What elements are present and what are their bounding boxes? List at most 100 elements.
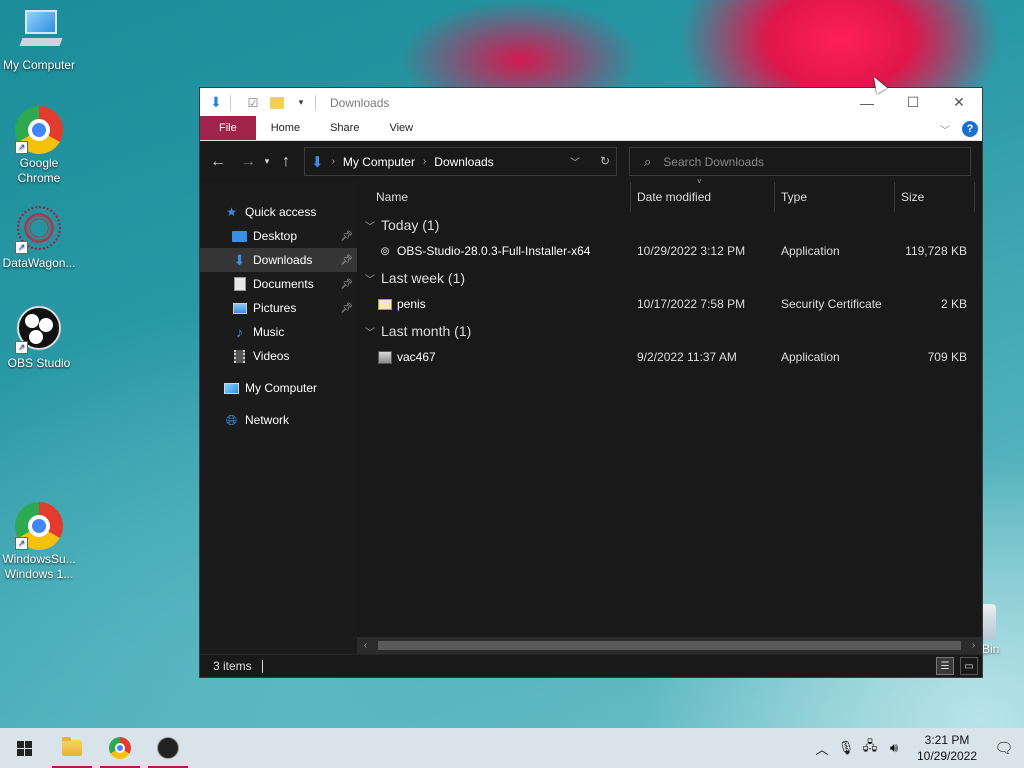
chevron-down-icon: ﹀ [365,274,375,286]
sidebar-item-documents[interactable]: Documents 📌︎ [200,272,357,296]
file-date: 10/29/2022 3:12 PM [637,244,746,258]
sidebar-item-label: Documents [253,277,314,291]
group-header-today[interactable]: ﹀ Today (1) [357,212,982,238]
tab-view[interactable]: View [374,116,428,140]
desktop-icon-label: OBS Studio [7,356,71,370]
volume-icon[interactable]: 🔊︎ [882,740,906,756]
new-folder-icon[interactable] [269,95,285,111]
properties-icon[interactable]: ☑ [245,95,261,111]
scroll-left-icon[interactable]: ‹ [357,640,374,651]
obs-icon: ↗ [15,306,63,354]
clock[interactable]: 3:21 PM 10/29/2022 [910,732,984,764]
sidebar-item-quick-access[interactable]: ★ Quick access [200,200,357,224]
desktop-icon-windowsupdate[interactable]: ↗ WindowsSu... Windows 1... [0,502,78,582]
horizontal-scrollbar[interactable]: ‹ › [357,637,982,654]
title-separator [230,94,231,111]
sidebar-item-label: Network [245,413,290,427]
column-header-row: Name ˅ Date modified Type Size [357,178,982,212]
sidebar-item-desktop[interactable]: Desktop 📌︎ [200,224,357,248]
column-header-size[interactable]: Size [894,182,974,212]
sidebar-item-my-computer[interactable]: My Computer [200,376,357,400]
desktop-icon-label: Bin [982,642,1000,656]
pin-icon[interactable]: 📌︎ [340,279,353,290]
address-tools: ﹀ ↻ [570,154,610,169]
group-header-last-month[interactable]: ﹀ Last month (1) [357,318,982,344]
clock-time: 3:21 PM [924,733,970,747]
item-count: 3 items [213,659,252,673]
scrollbar-thumb[interactable] [378,641,961,650]
navigation-pane: ★ Quick access Desktop 📌︎ ⬇ Downloads 📌︎… [200,182,357,654]
column-header-date-modified[interactable]: ˅ Date modified [630,178,774,212]
taskbar-obs[interactable] [144,728,192,768]
sidebar-item-label: My Computer [245,381,318,395]
system-tray: ︿ 🎙︎ 🖧︎ 🔊︎ 3:21 PM 10/29/2022 🗨︎ [810,728,1024,768]
scroll-right-icon[interactable]: › [965,640,982,651]
sidebar-item-network[interactable]: 🌐︎ Network [200,408,357,432]
desktop-icon-my-computer[interactable]: My Computer [0,8,78,73]
datawagon-icon: ↗ [15,206,63,254]
tab-file[interactable]: File [200,116,256,140]
desktop-icon-datawagon[interactable]: ↗ DataWagon... [0,206,78,271]
desktop-icon-google-chrome[interactable]: ↗ Google Chrome [0,106,78,186]
address-history-chevron-icon[interactable]: ﹀ [570,154,580,169]
network-icon[interactable]: 🖧︎ [858,737,882,759]
taskbar-chrome[interactable] [96,728,144,768]
title-bar[interactable]: ⬇ ☑ ▾ Downloads — ☐ ✕ [200,88,982,117]
sidebar-item-music[interactable]: ♪ Music [200,320,357,344]
recent-locations-chevron-icon[interactable]: ▾ [260,156,274,167]
view-toggle: ☰ ▭ [936,657,978,675]
sidebar-item-pictures[interactable]: Pictures 📌︎ [200,296,357,320]
tab-share[interactable]: Share [315,116,374,140]
column-header-name[interactable]: Name [370,182,408,212]
help-icon[interactable]: ? [962,121,978,137]
chevron-up-icon[interactable]: ︿ [810,739,834,758]
desktop-folder-icon [231,229,248,244]
desktop-icon-label: Chrome [17,171,61,185]
desktop-icon-label: DataWagon... [2,256,76,270]
sidebar-item-downloads[interactable]: ⬇ Downloads 📌︎ [200,248,357,272]
search-box[interactable]: ⌕ Search Downloads [629,147,971,176]
desktop-icon-label: My Computer [2,58,76,72]
group-header-last-week[interactable]: ﹀ Last week (1) [357,265,982,291]
file-name: vac467 [397,350,436,364]
start-button[interactable] [0,728,48,768]
search-placeholder: Search Downloads [663,154,765,169]
microphone-icon[interactable]: 🎙︎ [834,740,858,756]
refresh-icon[interactable]: ↻ [600,154,610,169]
customize-quick-access-icon[interactable]: ▾ [293,95,309,111]
minimize-button[interactable]: — [844,88,890,117]
breadcrumb-my-computer[interactable]: My Computer [343,155,415,169]
desktop-icon-recycle-bin[interactable]: Bin [982,604,1022,656]
close-button[interactable]: ✕ [936,88,982,117]
maximize-button[interactable]: ☐ [890,88,936,117]
downloads-folder-icon: ⬇ [311,153,324,171]
back-arrow-icon[interactable]: ← [206,153,230,171]
expand-ribbon-icon[interactable]: ﹀ [940,122,950,137]
folder-icon [62,737,82,756]
forward-arrow-icon[interactable]: → [236,153,260,171]
address-bar[interactable]: ⬇ › My Computer › Downloads ﹀ ↻ [304,147,617,176]
breadcrumb-downloads[interactable]: Downloads [434,155,493,169]
desktop-icon-obs-studio[interactable]: ↗ OBS Studio [0,304,78,371]
file-row[interactable]: ⊚ OBS-Studio-28.0.3-Full-Installer-x64 10… [357,238,982,265]
notification-center-icon[interactable]: 🗨︎ [984,739,1024,757]
column-header-type[interactable]: Type [774,182,894,212]
computer-icon [223,381,240,396]
group-label: Today (1) [381,217,440,233]
pin-icon[interactable]: 📌︎ [340,255,353,266]
file-row[interactable]: vac467 9/2/2022 11:37 AM Application 709… [357,344,982,371]
taskbar-file-explorer[interactable] [48,728,96,768]
sidebar-item-videos[interactable]: Videos [200,344,357,368]
up-arrow-icon[interactable]: ↑ [274,153,298,171]
downloads-folder-icon: ⬇ [233,251,246,268]
documents-folder-icon [231,277,248,292]
pin-icon[interactable]: 📌︎ [340,303,353,314]
file-row[interactable]: penis 10/17/2022 7:58 PM Security Certif… [357,291,982,318]
pin-icon[interactable]: 📌︎ [340,231,353,242]
obs-icon [157,737,179,759]
desktop-icon-label: Google [19,156,59,170]
computer-icon [15,8,63,56]
details-view-icon[interactable]: ☰ [936,657,954,675]
tab-home[interactable]: Home [256,116,315,140]
large-icons-view-icon[interactable]: ▭ [960,657,978,675]
